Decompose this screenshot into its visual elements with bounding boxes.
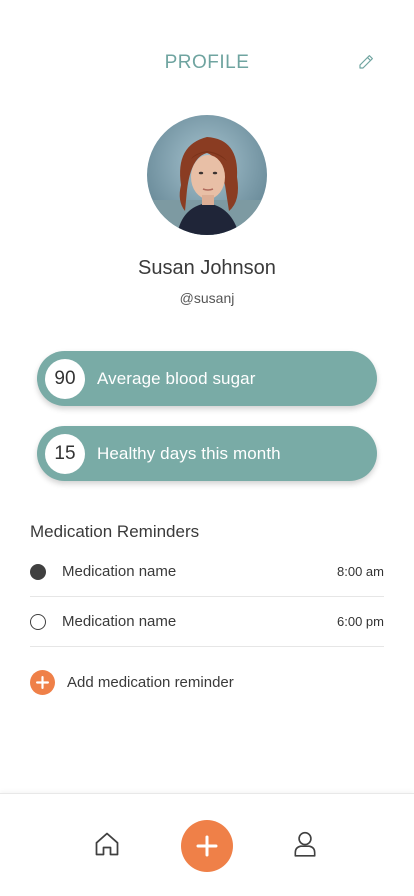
pencil-icon: [359, 55, 373, 69]
medication-reminders-title: Medication Reminders: [30, 522, 200, 541]
avatar: [147, 115, 267, 235]
plus-icon: [30, 670, 55, 695]
user-handle: @susanj: [179, 290, 235, 306]
medication-time: 6:00 pm: [337, 614, 384, 629]
medication-name: Medication name: [62, 613, 177, 630]
stat-value: 90: [45, 358, 85, 399]
user-icon: [294, 831, 316, 857]
home-icon: [95, 832, 119, 856]
stat-label: Average blood sugar: [97, 368, 256, 388]
edit-profile-button[interactable]: [356, 52, 376, 72]
add-icon: [196, 835, 218, 857]
nav-profile-button[interactable]: [292, 830, 318, 858]
add-reminder-label: Add medication reminder: [67, 674, 234, 691]
reminder-status-filled-icon[interactable]: [30, 563, 46, 580]
medication-name: Medication name: [62, 563, 177, 580]
medication-time: 8:00 am: [337, 564, 384, 579]
stat-label: Healthy days this month: [97, 443, 281, 463]
reminder-status-empty-icon[interactable]: [30, 613, 46, 630]
user-name: Susan Johnson: [138, 257, 276, 279]
nav-add-button[interactable]: [181, 820, 233, 872]
stat-healthy-days[interactable]: 15 Healthy days this month: [37, 426, 377, 481]
page-title: PROFILE: [164, 52, 250, 73]
bottom-nav-bar: [0, 793, 414, 896]
medication-reminder-row[interactable]: Medication name 8:00 am: [30, 547, 384, 597]
medication-reminder-row[interactable]: Medication name 6:00 pm: [30, 597, 384, 647]
stat-value: 15: [45, 433, 85, 474]
add-medication-reminder-button[interactable]: Add medication reminder: [30, 670, 234, 695]
stat-average-blood-sugar[interactable]: 90 Average blood sugar: [37, 351, 377, 406]
nav-home-button[interactable]: [93, 830, 121, 858]
